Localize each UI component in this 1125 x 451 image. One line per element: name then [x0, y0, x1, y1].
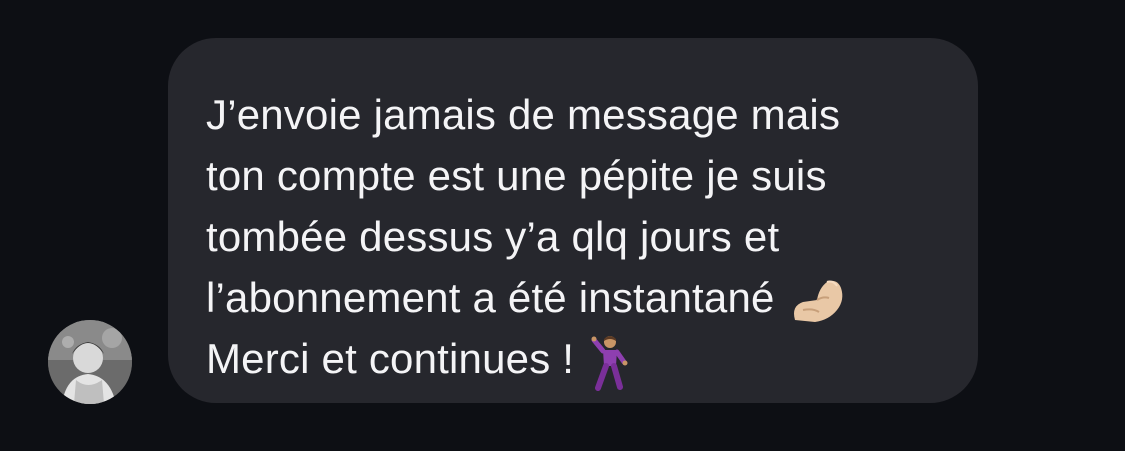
chat-thread: J’envoie jamais de message mais ton comp… — [0, 0, 1125, 451]
message-line-4-row: l’abonnement a été instantané — [206, 267, 948, 328]
message-line-5: Merci et continues ! — [206, 335, 575, 382]
message-bubble[interactable]: J’envoie jamais de message mais ton comp… — [168, 38, 978, 403]
avatar[interactable] — [48, 320, 132, 404]
message-line-2: ton compte est une pépite je suis — [206, 152, 827, 199]
message-line-4: l’abonnement a été instantané — [206, 274, 775, 321]
message-line-3: tombée dessus y’a qlq jours et — [206, 213, 780, 260]
message-line-1: J’envoie jamais de message mais — [206, 91, 841, 138]
message-line-5-row: Merci et continues ! — [206, 328, 948, 392]
dancing-man-icon — [588, 332, 632, 392]
pinched-fingers-icon — [789, 276, 845, 326]
